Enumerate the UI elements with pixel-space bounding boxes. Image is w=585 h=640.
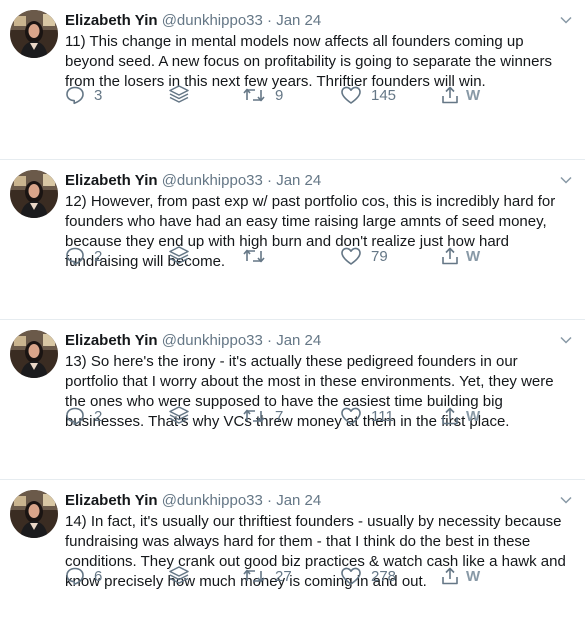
reply-count: 3 xyxy=(94,86,103,104)
author-handle[interactable]: @dunkhippo33 xyxy=(162,12,263,29)
tweet-actions: 6 27 278 W xyxy=(65,564,573,588)
layers-icon xyxy=(168,405,190,427)
reply-button[interactable]: 6 xyxy=(65,564,102,588)
like-button[interactable]: 145 xyxy=(340,83,396,107)
like-count: 111 xyxy=(371,407,394,425)
avatar[interactable] xyxy=(10,170,58,218)
chevron-down-icon[interactable] xyxy=(559,13,573,27)
reply-icon xyxy=(65,85,85,105)
tweet-date[interactable]: Jan 24 xyxy=(276,12,321,29)
retweet-count: 9 xyxy=(275,86,284,104)
retweet-icon xyxy=(242,566,266,586)
reply-button[interactable]: 3 xyxy=(65,83,102,107)
heart-icon xyxy=(340,246,362,266)
retweet-count: 27 xyxy=(275,567,292,585)
reply-icon xyxy=(65,566,85,586)
retweet-icon xyxy=(242,246,266,266)
share-button[interactable]: W xyxy=(440,83,480,107)
author-handle[interactable]: @dunkhippo33 xyxy=(162,332,263,349)
tweet[interactable]: Elizabeth Yin @dunkhippo33 · Jan 24 14) … xyxy=(0,480,585,640)
layers-icon xyxy=(168,245,190,267)
share-button[interactable]: W xyxy=(440,244,480,268)
author-handle[interactable]: @dunkhippo33 xyxy=(162,492,263,509)
retweet-button[interactable]: 9 xyxy=(242,83,283,107)
stack-button[interactable] xyxy=(168,244,190,268)
separator-dot: · xyxy=(267,492,273,509)
heart-icon xyxy=(340,566,362,586)
retweet-button[interactable]: 27 xyxy=(242,564,292,588)
heart-icon xyxy=(340,85,362,105)
author-name[interactable]: Elizabeth Yin xyxy=(65,332,158,349)
stack-button[interactable] xyxy=(168,404,190,428)
layers-icon xyxy=(168,565,190,587)
share-button[interactable]: W xyxy=(440,564,480,588)
chevron-down-icon[interactable] xyxy=(559,493,573,507)
retweet-button[interactable] xyxy=(242,244,275,268)
tweet-actions: 2 79 W xyxy=(65,244,573,268)
share-icon xyxy=(440,406,460,426)
retweet-icon xyxy=(242,406,266,426)
tweet-date[interactable]: Jan 24 xyxy=(276,172,321,189)
tweet[interactable]: Elizabeth Yin @dunkhippo33 · Jan 24 11) … xyxy=(0,0,585,160)
author-name[interactable]: Elizabeth Yin xyxy=(65,492,158,509)
like-count: 278 xyxy=(371,567,397,585)
retweet-button[interactable]: 7 xyxy=(242,404,283,428)
tweet-date[interactable]: Jan 24 xyxy=(276,332,321,349)
avatar[interactable] xyxy=(10,330,58,378)
stack-button[interactable] xyxy=(168,564,190,588)
author-name[interactable]: Elizabeth Yin xyxy=(65,172,158,189)
w-extension-button[interactable]: W xyxy=(466,248,480,265)
like-button[interactable]: 111 xyxy=(340,404,394,428)
reply-button[interactable]: 2 xyxy=(65,404,102,428)
reply-count: 2 xyxy=(94,247,103,265)
chevron-down-icon[interactable] xyxy=(559,333,573,347)
chevron-down-icon[interactable] xyxy=(559,173,573,187)
reply-count: 2 xyxy=(94,407,103,425)
share-icon xyxy=(440,566,460,586)
tweet-date[interactable]: Jan 24 xyxy=(276,492,321,509)
separator-dot: · xyxy=(267,332,273,349)
tweet[interactable]: Elizabeth Yin @dunkhippo33 · Jan 24 13) … xyxy=(0,320,585,480)
author-name[interactable]: Elizabeth Yin xyxy=(65,12,158,29)
like-button[interactable]: 278 xyxy=(340,564,396,588)
tweet-actions: 2 7 111 W xyxy=(65,404,573,428)
like-count: 79 xyxy=(371,247,388,265)
share-icon xyxy=(440,246,460,266)
reply-button[interactable]: 2 xyxy=(65,244,102,268)
timeline: Elizabeth Yin @dunkhippo33 · Jan 24 11) … xyxy=(0,0,585,640)
w-extension-button[interactable]: W xyxy=(466,408,480,425)
author-handle[interactable]: @dunkhippo33 xyxy=(162,172,263,189)
retweet-icon xyxy=(242,85,266,105)
reply-icon xyxy=(65,246,85,266)
layers-icon xyxy=(168,84,190,106)
reply-icon xyxy=(65,406,85,426)
tweet[interactable]: Elizabeth Yin @dunkhippo33 · Jan 24 12) … xyxy=(0,160,585,320)
like-button[interactable]: 79 xyxy=(340,244,388,268)
w-extension-button[interactable]: W xyxy=(466,568,480,585)
separator-dot: · xyxy=(267,172,273,189)
share-button[interactable]: W xyxy=(440,404,480,428)
w-extension-button[interactable]: W xyxy=(466,87,480,104)
tweet-actions: 3 9 145 W xyxy=(65,83,573,107)
share-icon xyxy=(440,85,460,105)
reply-count: 6 xyxy=(94,567,103,585)
stack-button[interactable] xyxy=(168,83,190,107)
separator-dot: · xyxy=(267,12,273,29)
like-count: 145 xyxy=(371,86,397,104)
retweet-count: 7 xyxy=(275,407,284,425)
avatar[interactable] xyxy=(10,490,58,538)
heart-icon xyxy=(340,406,362,426)
avatar[interactable] xyxy=(10,10,58,58)
